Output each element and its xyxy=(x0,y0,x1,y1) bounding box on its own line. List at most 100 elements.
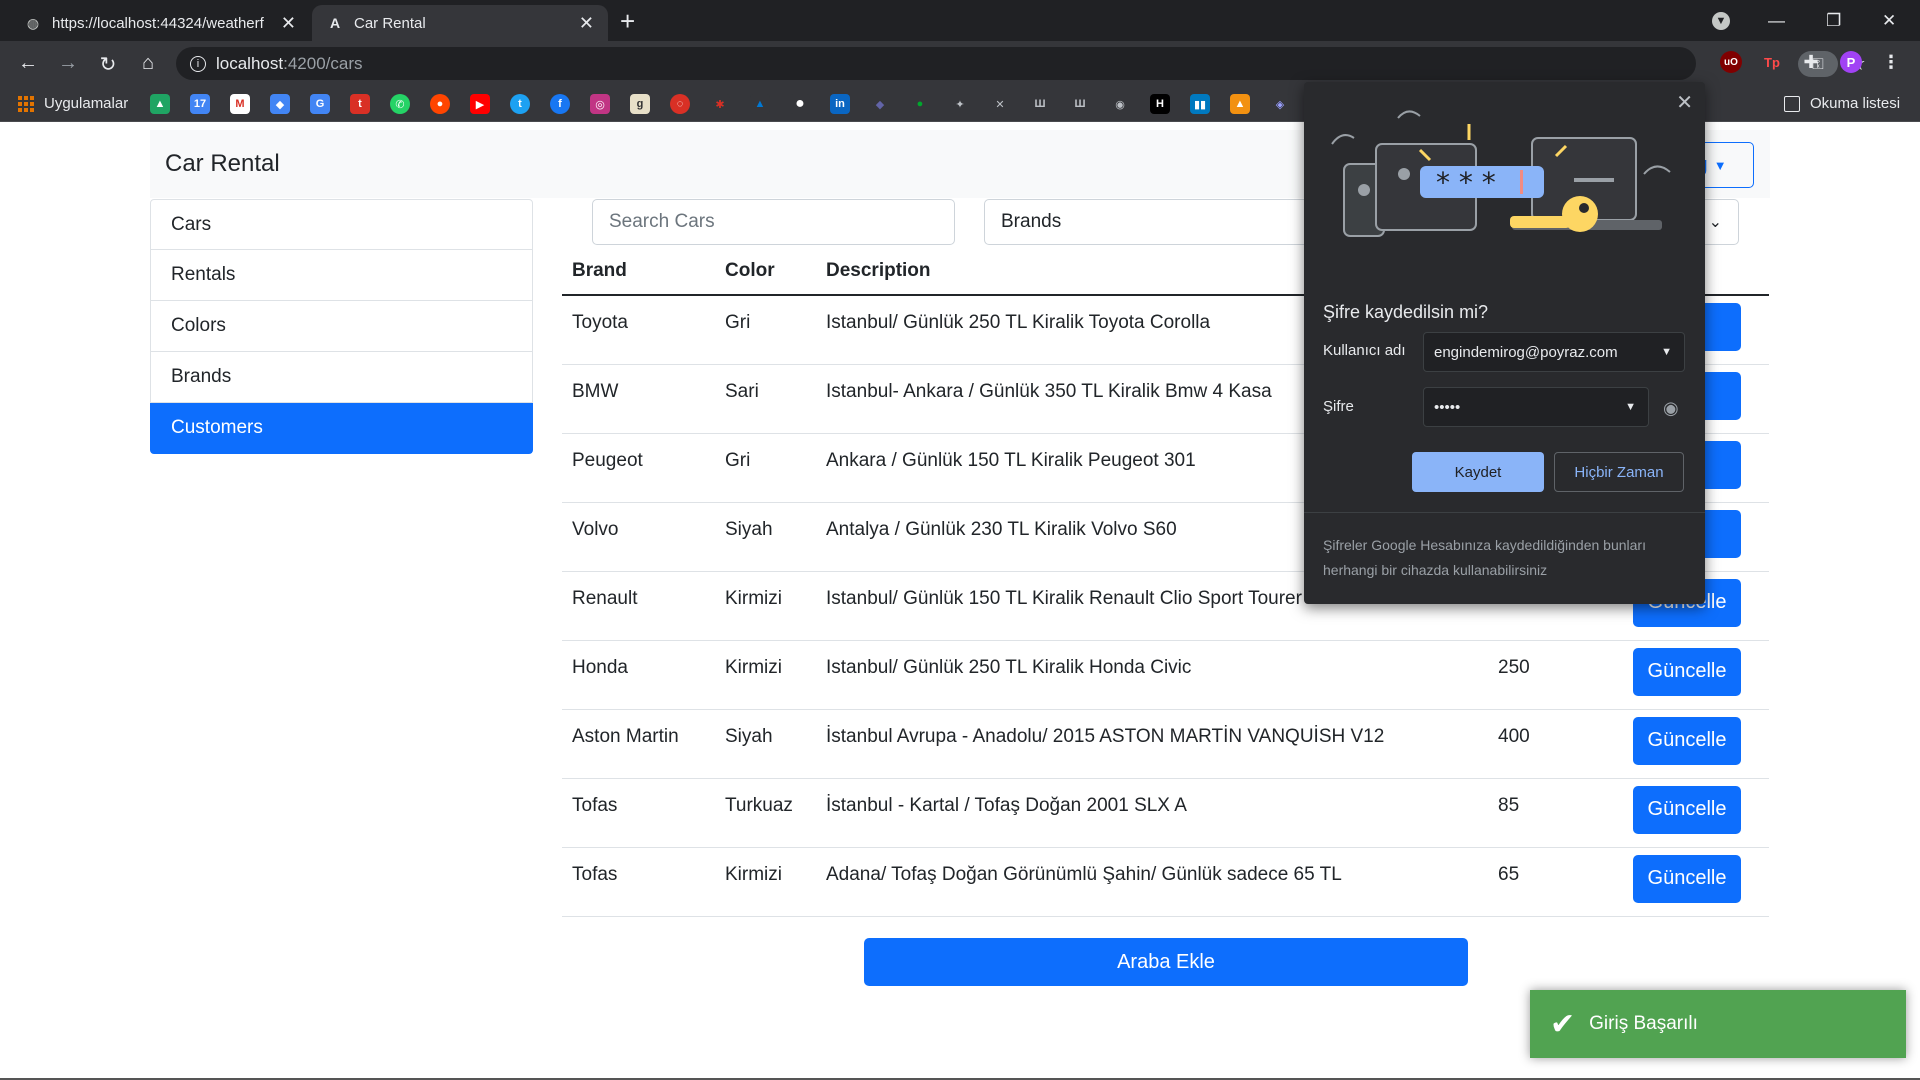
home-icon[interactable]: ⌂ xyxy=(136,52,160,75)
google-translate-icon[interactable]: G xyxy=(310,94,330,114)
gmail-icon[interactable]: M xyxy=(230,94,250,114)
minimize-button[interactable]: — xyxy=(1768,0,1785,41)
chevron-down-icon: ⌄ xyxy=(1708,214,1722,231)
cell-brand: Tofas xyxy=(562,778,715,848)
eye-icon[interactable]: ◉ xyxy=(1663,398,1679,419)
address-bar[interactable]: i localhost:4200/cars ⚿ ☆ xyxy=(176,47,1866,80)
cell-color: Gri xyxy=(715,295,816,365)
table-row: Tofas Turkuaz İstanbul - Kartal / Tofaş … xyxy=(562,778,1769,848)
toast-message: Giriş Başarılı xyxy=(1589,1013,1698,1034)
tab-title: Car Rental xyxy=(354,14,426,32)
cell-price: 250 xyxy=(1488,640,1623,710)
bookmark-icon-orange[interactable]: ▲ xyxy=(1230,94,1250,114)
new-tab-button[interactable]: + xyxy=(620,6,635,37)
username-label: Kullanıcı adı xyxy=(1323,342,1406,359)
sidebar-item-rentals[interactable]: Rentals xyxy=(150,250,533,301)
menu-kebab-icon[interactable]: ⋮ xyxy=(1880,51,1902,73)
cell-action: Güncelle xyxy=(1623,709,1769,779)
cell-action: Güncelle xyxy=(1623,778,1769,848)
cell-brand: Toyota xyxy=(562,295,715,365)
cell-color: Kirmizi xyxy=(715,847,816,917)
reload-icon[interactable]: ↻ xyxy=(96,52,120,77)
close-tab-icon[interactable]: ✕ xyxy=(579,13,594,34)
github-icon[interactable]: ● xyxy=(790,94,810,114)
search-input[interactable] xyxy=(592,199,955,245)
column-header-color: Color xyxy=(715,247,816,296)
extensions-puzzle-icon[interactable]: ✚ xyxy=(1800,51,1822,73)
update-button[interactable]: Güncelle xyxy=(1633,716,1741,765)
cell-price: 400 xyxy=(1488,709,1623,779)
tab-search-icon[interactable]: ▼ xyxy=(1712,0,1730,41)
update-button[interactable]: Güncelle xyxy=(1633,647,1741,696)
username-field[interactable]: engindemirog@poyraz.com ▼ xyxy=(1423,332,1685,372)
tumblr-icon[interactable]: t xyxy=(350,94,370,114)
cell-brand: Renault xyxy=(562,571,715,641)
success-toast[interactable]: ✔ Giriş Başarılı xyxy=(1530,990,1906,1058)
bookmark-icon-gray-4[interactable]: Ш xyxy=(1070,94,1090,114)
bookmark-icon-star[interactable]: ✱ xyxy=(710,94,730,114)
reading-list[interactable]: Okuma listesi xyxy=(1784,95,1900,112)
bookmark-icon-gray-3[interactable]: Ш xyxy=(1030,94,1050,114)
caret-down-icon: ▼ xyxy=(1661,346,1672,358)
cell-color: Kirmizi xyxy=(715,640,816,710)
google-drive-icon[interactable]: ▲ xyxy=(150,94,170,114)
reddit-icon[interactable]: ● xyxy=(430,94,450,114)
bookmark-icon-gray-2[interactable]: ✕ xyxy=(990,94,1010,114)
facebook-icon[interactable]: f xyxy=(550,94,570,114)
bookmark-icon-black[interactable]: H xyxy=(1150,94,1170,114)
browser-toolbar: ← → ↻ ⌂ i localhost:4200/cars ⚿ ☆ uO Tp … xyxy=(0,41,1920,86)
ublock-icon[interactable]: uO xyxy=(1720,51,1742,73)
bookmark-icon-gray-5[interactable]: ◉ xyxy=(1110,94,1130,114)
close-tab-icon[interactable]: ✕ xyxy=(281,13,296,34)
forward-icon[interactable]: → xyxy=(56,52,80,75)
linkedin-icon[interactable]: in xyxy=(830,94,850,114)
tab-car-rental[interactable]: A Car Rental ✕ xyxy=(312,5,608,41)
app-title[interactable]: Car Rental xyxy=(165,150,280,178)
cell-brand: Tofas xyxy=(562,847,715,917)
sidebar-item-colors[interactable]: Colors xyxy=(150,301,533,352)
checkmark-icon: ✔ xyxy=(1550,1007,1576,1041)
bookmark-icon-gray-1[interactable]: ✦ xyxy=(950,94,970,114)
tp-extension-icon[interactable]: Tp xyxy=(1761,51,1783,73)
azure-icon[interactable]: ▲ xyxy=(750,94,770,114)
update-button[interactable]: Güncelle xyxy=(1633,785,1741,834)
bookmark-icon-purple[interactable]: ◆ xyxy=(870,94,890,114)
update-button[interactable]: Güncelle xyxy=(1633,854,1741,903)
sidebar-item-cars[interactable]: Cars xyxy=(150,199,533,250)
whatsapp-icon[interactable]: ✆ xyxy=(390,94,410,114)
bookmark-icon-red[interactable]: ◌ xyxy=(670,94,690,114)
save-button[interactable]: Kaydet xyxy=(1412,452,1544,492)
profile-avatar[interactable]: P xyxy=(1840,51,1862,73)
reading-list-icon xyxy=(1784,95,1800,112)
add-car-button[interactable]: Araba Ekle xyxy=(864,938,1468,986)
sidebar-item-brands[interactable]: Brands xyxy=(150,352,533,403)
save-password-dialog: ✕ * * * Şifre kaydedilsin mi? Kullanıcı … xyxy=(1304,82,1705,604)
close-window-button[interactable]: ✕ xyxy=(1882,0,1896,41)
sidebar-item-customers[interactable]: Customers xyxy=(150,403,533,454)
tab-weatherforecast[interactable]: ◍ https://localhost:44324/weatherf ✕ xyxy=(10,5,310,41)
caret-down-icon: ▼ xyxy=(1625,401,1636,413)
apps-grid-icon xyxy=(18,95,34,112)
bookmark-icon-shield[interactable]: ◈ xyxy=(1270,94,1290,114)
sidebar: Cars Rentals Colors Brands Customers xyxy=(150,199,533,454)
youtube-icon[interactable]: ▶ xyxy=(470,94,490,114)
bookmark-apps[interactable]: Uygulamalar xyxy=(18,95,128,112)
evernote-icon[interactable]: ● xyxy=(910,94,930,114)
cell-price: 85 xyxy=(1488,778,1623,848)
trello-icon[interactable]: ▮▮ xyxy=(1190,94,1210,114)
google-calendar-icon[interactable]: 17 xyxy=(190,94,210,114)
goodreads-icon[interactable]: g xyxy=(630,94,650,114)
never-button[interactable]: Hiçbir Zaman xyxy=(1554,452,1684,492)
cell-action: Güncelle xyxy=(1623,847,1769,917)
brand-select-value: Brands xyxy=(1001,211,1062,232)
cell-color: Siyah xyxy=(715,502,816,572)
browser-tab-bar: ◍ https://localhost:44324/weatherf ✕ A C… xyxy=(0,0,1920,41)
dialog-footer-text: Şifreler Google Hesabınıza kaydedildiğin… xyxy=(1304,512,1705,604)
back-icon[interactable]: ← xyxy=(16,52,40,75)
classroom-icon[interactable]: ◆ xyxy=(270,94,290,114)
twitter-icon[interactable]: t xyxy=(510,94,530,114)
restore-button[interactable]: ❐ xyxy=(1826,0,1841,41)
password-field[interactable]: ••••• ▼ xyxy=(1423,387,1649,427)
site-info-icon[interactable]: i xyxy=(190,55,206,72)
instagram-icon[interactable]: ◎ xyxy=(590,94,610,114)
